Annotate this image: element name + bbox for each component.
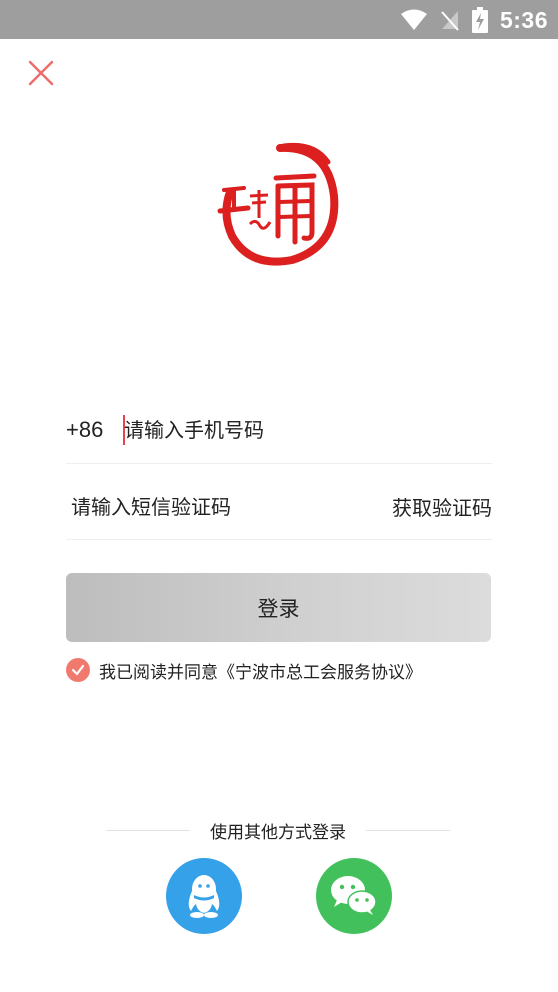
login-button[interactable]: 登录	[66, 573, 491, 642]
status-icons: 5:36	[400, 6, 548, 34]
agreement-checkbox[interactable]	[66, 658, 90, 682]
login-button-label: 登录	[257, 596, 300, 621]
other-login-divider: 使用其他方式登录	[106, 816, 450, 844]
wifi-icon	[400, 9, 427, 30]
status-bar: 5:36	[0, 0, 558, 39]
phone-row: +86	[66, 405, 492, 464]
wechat-icon	[331, 876, 377, 915]
sms-row: 获取验证码	[66, 464, 492, 540]
agreement-row: 我已阅读并同意《宁波市总工会服务协议》	[66, 656, 422, 684]
checkmark-icon	[71, 664, 85, 676]
wechat-login-button[interactable]	[316, 858, 392, 934]
agreement-text[interactable]: 我已阅读并同意《宁波市总工会服务协议》	[99, 658, 422, 683]
divider-line-right	[366, 830, 450, 831]
qq-icon	[188, 875, 220, 918]
country-code[interactable]: +86	[66, 417, 103, 443]
status-time: 5:36	[499, 6, 548, 33]
app-logo	[210, 140, 350, 268]
stamp-logo	[217, 142, 339, 266]
qq-login-button[interactable]	[166, 858, 242, 934]
close-icon	[28, 60, 54, 86]
get-code-button[interactable]: 获取验证码	[392, 492, 492, 521]
phone-input[interactable]	[124, 411, 484, 449]
battery-charging-icon	[471, 7, 488, 33]
no-signal-icon	[441, 11, 459, 31]
sms-code-input[interactable]	[71, 490, 321, 524]
close-button[interactable]	[24, 56, 58, 90]
